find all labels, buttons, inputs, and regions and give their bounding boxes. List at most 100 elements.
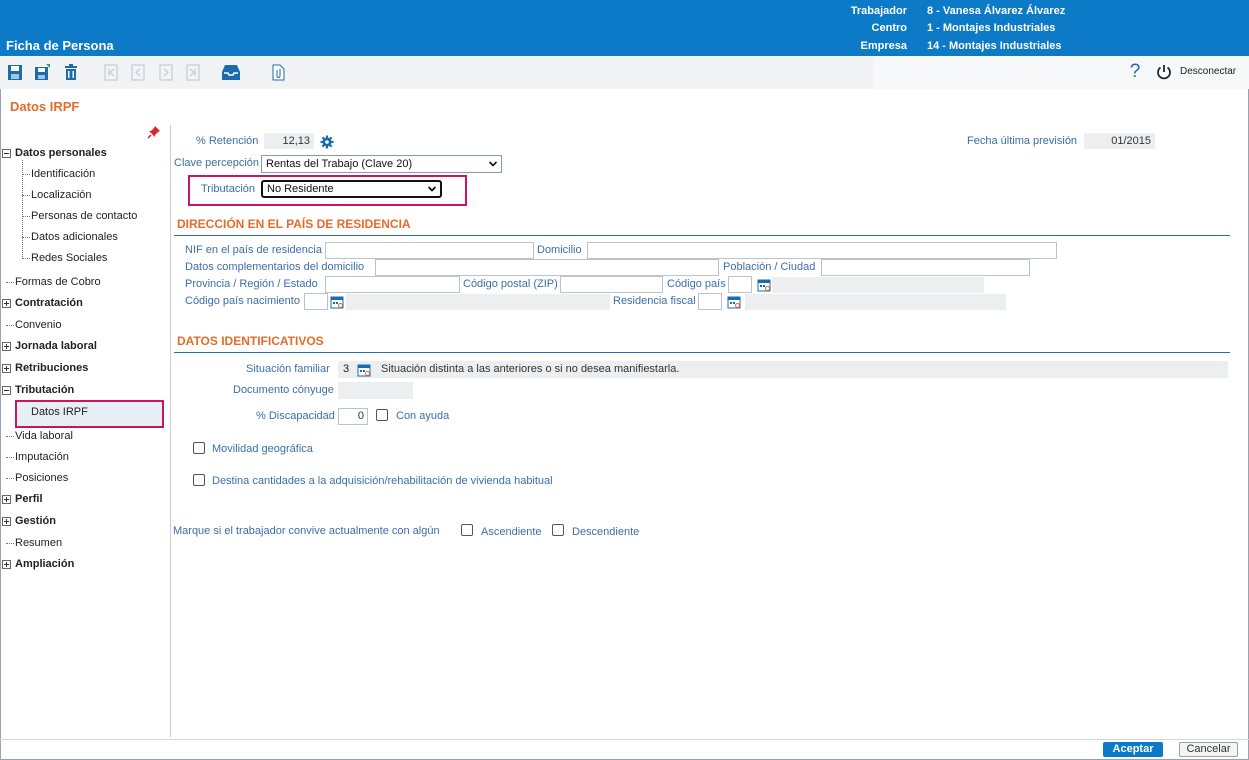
power-icon[interactable] xyxy=(1156,64,1172,80)
tree-connector xyxy=(6,543,14,544)
collapse-toggle-icon[interactable] xyxy=(2,149,11,158)
toolbar xyxy=(0,56,1249,89)
sidebar-item-contratacion[interactable]: Contratación xyxy=(15,297,83,309)
nif-residencia-label: NIF en el país de residencia xyxy=(185,244,322,256)
domicilio-input[interactable] xyxy=(587,242,1057,259)
situacion-familiar-code[interactable]: 3 xyxy=(343,363,349,375)
ascendiente-checkbox[interactable] xyxy=(461,524,473,536)
pais-nacimiento-label: Código país nacimiento xyxy=(185,295,300,307)
tributacion-value: No Residente xyxy=(267,183,334,195)
sidebar-item-localizacion[interactable]: Localización xyxy=(31,189,92,201)
gear-icon[interactable] xyxy=(320,135,334,149)
sidebar-item-retribuciones[interactable]: Retribuciones xyxy=(15,362,88,374)
expand-toggle-icon[interactable] xyxy=(2,342,11,351)
movilidad-checkbox[interactable] xyxy=(193,442,205,454)
tributacion-label: Tributación xyxy=(201,183,256,195)
sidebar-item-posiciones[interactable]: Posiciones xyxy=(15,472,68,484)
residencia-fiscal-input[interactable] xyxy=(698,293,722,310)
codigo-postal-input[interactable] xyxy=(560,276,663,293)
delete-icon[interactable] xyxy=(63,64,79,81)
tree-connector xyxy=(6,478,14,479)
lookup-calendar-icon[interactable] xyxy=(357,363,371,377)
top-header: Trabajador 8 - Vanesa Álvarez Álvarez Ce… xyxy=(0,0,1249,56)
pais-nacimiento-input[interactable] xyxy=(304,293,328,310)
app-title: Ficha de Persona xyxy=(6,38,114,53)
descendiente-checkbox[interactable] xyxy=(552,524,564,536)
sidebar-item-convenio[interactable]: Convenio xyxy=(15,319,61,331)
header-company-value: 14 - Montajes Industriales xyxy=(927,40,1062,52)
expand-toggle-icon[interactable] xyxy=(2,495,11,504)
sidebar-item-imputacion[interactable]: Imputación xyxy=(15,451,69,463)
expand-toggle-icon[interactable] xyxy=(2,517,11,526)
domicilio-label: Domicilio xyxy=(537,244,582,256)
sidebar-item-gestion[interactable]: Gestión xyxy=(15,515,56,527)
sidebar-item-ampliacion[interactable]: Ampliación xyxy=(15,558,74,570)
save-icon[interactable] xyxy=(7,64,23,81)
save-new-icon[interactable] xyxy=(34,64,50,81)
attachment-icon[interactable] xyxy=(270,64,286,81)
tree-connector xyxy=(6,436,14,437)
chevron-down-icon xyxy=(489,161,497,167)
inbox-icon[interactable] xyxy=(220,64,242,81)
header-company-label: Empresa xyxy=(860,40,907,52)
datos-complementarios-input[interactable] xyxy=(375,259,719,276)
accept-button[interactable]: Aceptar xyxy=(1103,742,1163,757)
sidebar-item-identificacion[interactable]: Identificación xyxy=(31,168,95,180)
disconnect-link[interactable]: Desconectar xyxy=(1180,66,1236,77)
nif-residencia-input[interactable] xyxy=(325,242,534,259)
expand-toggle-icon[interactable] xyxy=(2,364,11,373)
documento-conyuge-label: Documento cónyuge xyxy=(233,384,334,396)
movilidad-label: Movilidad geográfica xyxy=(212,443,313,455)
fecha-prevision-label: Fecha última previsión xyxy=(967,135,1078,147)
retencion-label: % Retención xyxy=(196,135,259,147)
lookup-calendar-icon[interactable] xyxy=(330,295,344,309)
retencion-value: 12,13 xyxy=(264,133,314,149)
discapacidad-input[interactable]: 0 xyxy=(338,408,368,425)
codigo-pais-input[interactable] xyxy=(728,276,752,293)
sidebar-item-redes-sociales[interactable]: Redes Sociales xyxy=(31,252,107,264)
help-icon[interactable]: ? xyxy=(1127,62,1143,82)
section-title-identificativos: DATOS IDENTIFICATIVOS xyxy=(177,334,324,348)
clave-percepcion-label: Clave percepción xyxy=(174,157,259,169)
situacion-familiar-label: Situación familiar xyxy=(246,363,330,375)
clave-percepcion-select[interactable]: Rentas del Trabajo (Clave 20) xyxy=(261,155,502,173)
last-record-icon[interactable] xyxy=(185,64,201,81)
cancel-button[interactable]: Cancelar xyxy=(1179,742,1238,757)
window-frame xyxy=(0,0,1249,760)
sidebar-item-datos-irpf[interactable]: Datos IRPF xyxy=(31,406,88,418)
sidebar-item-datos-adicionales[interactable]: Datos adicionales xyxy=(31,231,118,243)
datos-complementarios-label: Datos complementarios del domicilio xyxy=(185,261,365,273)
sidebar-item-formas-cobro[interactable]: Formas de Cobro xyxy=(15,276,101,288)
previous-record-icon[interactable] xyxy=(130,64,146,81)
sidebar-item-perfil[interactable]: Perfil xyxy=(15,493,43,505)
sidebar-item-tributacion[interactable]: Tributación xyxy=(15,384,74,396)
header-worker-label: Trabajador xyxy=(850,5,907,17)
tree-connector xyxy=(22,216,30,217)
expand-toggle-icon[interactable] xyxy=(2,560,11,569)
next-record-icon[interactable] xyxy=(158,64,174,81)
expand-toggle-icon[interactable] xyxy=(2,299,11,308)
lookup-calendar-icon[interactable] xyxy=(757,278,771,292)
sidebar-item-jornada-laboral[interactable]: Jornada laboral xyxy=(15,340,97,352)
tributacion-select[interactable]: No Residente xyxy=(261,180,442,198)
sidebar-item-datos-personales[interactable]: Datos personales xyxy=(15,147,107,159)
vivienda-checkbox[interactable] xyxy=(193,474,205,486)
sidebar-item-personas-contacto[interactable]: Personas de contacto xyxy=(31,210,137,222)
header-center-label: Centro xyxy=(871,22,907,34)
vivienda-label: Destina cantidades a la adquisición/reha… xyxy=(212,475,553,487)
situacion-familiar-description: Situación distinta a las anteriores o si… xyxy=(381,363,680,375)
collapse-toggle-icon[interactable] xyxy=(2,386,11,395)
poblacion-input[interactable] xyxy=(821,259,1030,276)
sidebar-divider xyxy=(170,125,171,737)
first-record-icon[interactable] xyxy=(103,64,119,81)
provincia-input[interactable] xyxy=(325,276,460,293)
chevron-down-icon xyxy=(428,186,436,192)
sidebar-item-vida-laboral[interactable]: Vida laboral xyxy=(15,430,73,442)
lookup-calendar-icon[interactable] xyxy=(727,295,741,309)
con-ayuda-checkbox[interactable] xyxy=(376,409,388,421)
descendiente-label: Descendiente xyxy=(572,526,640,538)
clave-percepcion-value: Rentas del Trabajo (Clave 20) xyxy=(266,158,413,170)
residencia-fiscal-description xyxy=(745,294,1006,310)
pin-icon[interactable] xyxy=(147,125,161,139)
sidebar-item-resumen[interactable]: Resumen xyxy=(15,537,62,549)
